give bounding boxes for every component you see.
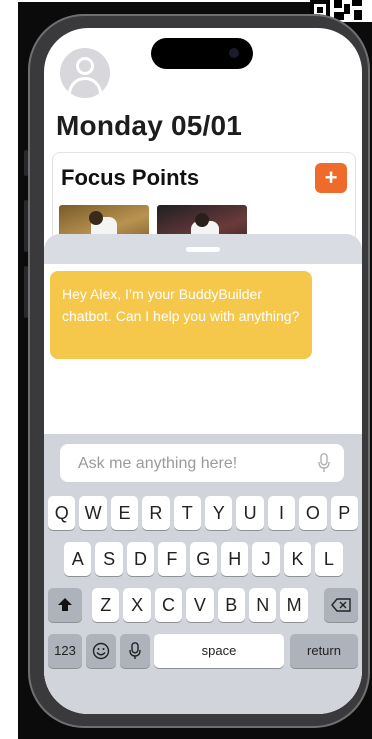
- key-u[interactable]: U: [236, 496, 264, 530]
- key-w[interactable]: W: [79, 496, 107, 530]
- space-key[interactable]: space: [154, 634, 284, 668]
- home-indicator-area: [44, 674, 362, 714]
- key-z[interactable]: Z: [92, 588, 120, 622]
- dictation-icon: [129, 642, 141, 659]
- key-b[interactable]: B: [217, 588, 245, 622]
- key-x[interactable]: X: [123, 588, 151, 622]
- dictation-key[interactable]: [120, 634, 150, 668]
- key-g[interactable]: G: [189, 542, 217, 576]
- chat-input-container[interactable]: [60, 444, 344, 484]
- key-p[interactable]: P: [330, 496, 358, 530]
- dynamic-island: [151, 38, 253, 69]
- numbers-key[interactable]: 123: [48, 634, 82, 668]
- key-r[interactable]: R: [142, 496, 170, 530]
- volume-down-button: [24, 266, 28, 318]
- microphone-icon[interactable]: [318, 453, 330, 473]
- key-f[interactable]: F: [158, 542, 186, 576]
- grabber-icon[interactable]: [186, 247, 220, 252]
- return-key[interactable]: return: [290, 634, 358, 668]
- page-title: Monday 05/01: [56, 110, 243, 141]
- key-q[interactable]: Q: [48, 496, 76, 530]
- keyboard: 123 space return QWERTYUIOP ASDFGHJKL ZXCV…: [44, 434, 362, 714]
- key-a[interactable]: A: [64, 542, 92, 576]
- sheet-handle-bar[interactable]: [44, 234, 362, 264]
- key-o[interactable]: O: [299, 496, 327, 530]
- key-v[interactable]: V: [186, 588, 214, 622]
- focus-points-title: Focus Points: [61, 165, 200, 190]
- key-l[interactable]: L: [315, 542, 343, 576]
- emoji-icon: [92, 642, 110, 660]
- volume-up-button: [24, 200, 28, 252]
- add-focus-point-button[interactable]: +: [315, 163, 347, 193]
- key-m[interactable]: M: [280, 588, 308, 622]
- key-k[interactable]: K: [283, 542, 312, 576]
- emoji-key[interactable]: [86, 634, 116, 668]
- shift-icon: [58, 598, 72, 611]
- shift-key[interactable]: [48, 588, 82, 622]
- key-h[interactable]: H: [221, 542, 249, 576]
- key-c[interactable]: C: [154, 588, 183, 622]
- mute-switch: [24, 150, 28, 176]
- backspace-icon: [331, 598, 351, 612]
- key-t[interactable]: T: [173, 496, 201, 530]
- backspace-key[interactable]: [324, 588, 358, 622]
- key-s[interactable]: S: [95, 542, 123, 576]
- key-i[interactable]: I: [267, 496, 296, 530]
- key-j[interactable]: J: [252, 542, 280, 576]
- chatbot-message: Hey Alex, I’m your BuddyBuilder chatbot.…: [50, 271, 312, 359]
- key-n[interactable]: N: [249, 588, 277, 622]
- chat-input[interactable]: [60, 444, 320, 484]
- key-d[interactable]: D: [126, 542, 155, 576]
- user-avatar-icon[interactable]: [60, 48, 110, 98]
- app-screen: Monday 05/01 Focus Points + Hey Alex, I’…: [44, 28, 362, 714]
- key-e[interactable]: E: [110, 496, 139, 530]
- key-y[interactable]: Y: [205, 496, 233, 530]
